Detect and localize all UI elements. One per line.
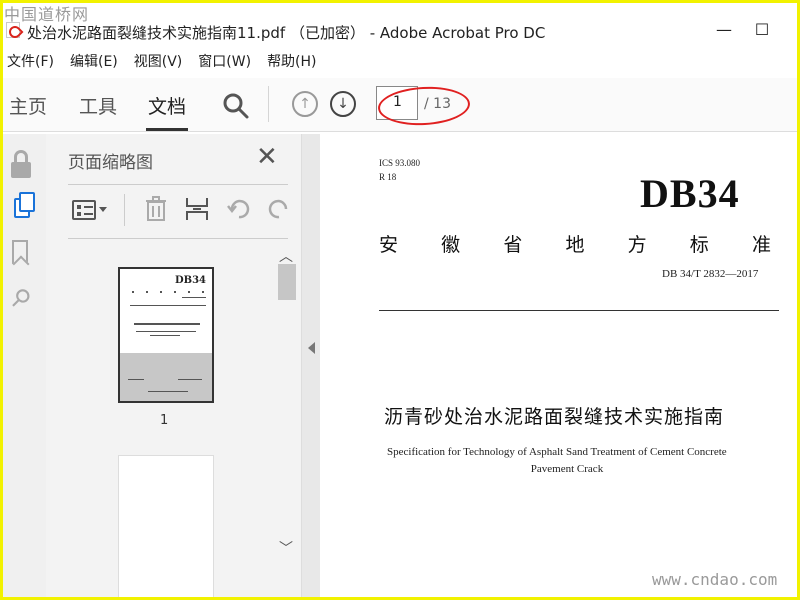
province-char: 徽 [441,234,461,256]
tab-tools[interactable]: 工具 [79,92,117,119]
doc-db-title: DB34 [640,171,740,216]
thumbnail-db-text: DB34 [174,275,206,286]
arrow-up-circle-icon[interactable]: ↑ [292,91,318,117]
watermark-top: 中国道桥网 [4,5,90,24]
thumbnail-gray-section [120,353,212,401]
province-char: 方 [627,234,647,256]
panel-divider-2 [68,238,288,239]
thumb-line [130,305,206,306]
thumb-line [178,379,202,380]
chevron-down-icon[interactable] [99,207,107,212]
menu-help[interactable]: 帮助(H) [260,50,325,74]
thumb-dot [146,291,148,293]
watermark-bottom: www.cndao.com [652,570,778,589]
thumb-line [134,323,200,325]
window-title: 处治水泥路面裂缝技术实施指南11.pdf （已加密） - Adobe Acrob… [27,24,546,42]
bookmark-icon[interactable] [12,240,28,264]
menu-window[interactable]: 窗口(W) [191,50,260,74]
panel-scrollbar-thumb[interactable] [278,264,296,300]
thumb-dot [188,291,190,293]
thumb-line [128,379,144,380]
pages-icon-front [19,192,35,212]
thumb-dot [160,291,162,293]
page-thumbnail-1[interactable]: DB34 [118,267,214,403]
chevron-down-icon[interactable]: ﹀ [279,538,293,558]
title-bar: 处治水泥路面裂缝技术实施指南11.pdf （已加密） - Adobe Acrob… [0,0,800,44]
thumb-dot [174,291,176,293]
menu-bar: 文件(F) 编辑(E) 视图(V) 窗口(W) 帮助(H) [0,50,800,74]
panel-tool-separator [124,194,125,226]
doc-province-standard: 安 徽 省 地 方 标 准 [379,230,771,257]
panel-collapse-strip[interactable] [302,134,320,600]
thumb-line [148,391,188,392]
thumb-line [182,297,206,298]
thumb-line [136,331,196,332]
province-char: 准 [751,234,771,256]
insert-page-icon[interactable] [185,196,209,222]
doc-standard-number: DB 34/T 2832—2017 [662,268,759,280]
page-thumbnail-2[interactable] [118,455,214,600]
doc-title-en-line1: Specification for Technology of Asphalt … [387,446,727,458]
doc-ics-code: ICS 93.080 [379,158,421,168]
trash-icon[interactable] [144,196,168,222]
search-icon[interactable] [222,92,250,120]
thumbnail-options-icon[interactable] [72,200,96,220]
thumb-line [150,335,180,336]
maximize-button[interactable]: ☐ [750,18,774,42]
tab-home[interactable]: 主页 [9,92,47,119]
chevron-up-icon[interactable]: ︿ [279,246,293,266]
active-tab-indicator [146,128,188,131]
menu-edit[interactable]: 编辑(E) [63,50,127,74]
panel-divider [68,184,288,185]
minimize-button[interactable]: — [712,18,736,42]
doc-horizontal-rule [379,310,779,311]
thumb-dot [202,291,204,293]
rotate-right-icon[interactable] [266,196,290,222]
doc-title-en-line2: Pavement Crack [530,463,604,475]
province-char: 安 [379,234,399,256]
thumb-dot [132,291,134,293]
menu-view[interactable]: 视图(V) [127,50,192,74]
thumbnail-page-label: 1 [160,413,169,428]
rotate-left-icon[interactable] [226,196,252,222]
menu-file[interactable]: 文件(F) [0,50,63,74]
panel-title: 页面缩略图 [68,153,153,173]
tab-document[interactable]: 文档 [148,92,186,119]
province-char: 标 [689,234,709,256]
close-icon[interactable]: ✕ [256,142,278,172]
doc-r-code: R 18 [379,172,397,182]
province-char: 省 [503,234,523,256]
province-char: 地 [565,234,585,256]
arrow-down-circle-icon[interactable]: ↓ [330,91,356,117]
doc-title-cn: 沥青砂处治水泥路面裂缝技术实施指南 [384,406,725,428]
toolbar-separator [268,86,269,122]
lock-icon-body [11,162,31,178]
chevron-left-icon[interactable] [308,342,315,354]
